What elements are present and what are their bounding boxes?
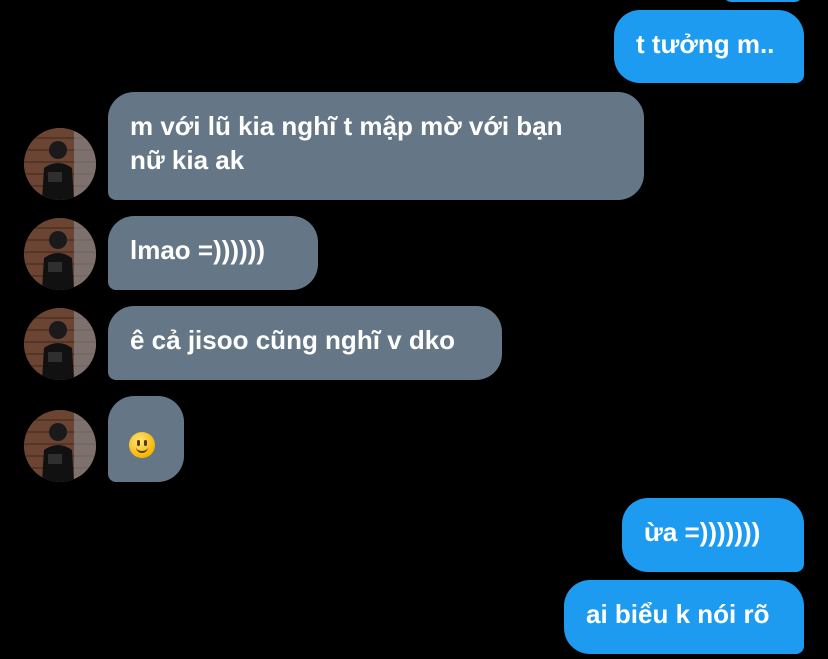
- previous-message-bubble-partial: [722, 0, 804, 2]
- message-text: ừa =))))))): [644, 517, 761, 547]
- avatar[interactable]: [24, 218, 96, 290]
- avatar-photo: [24, 218, 96, 290]
- avatar-photo: [24, 128, 96, 200]
- message-bubble-sent[interactable]: ừa =))))))): [622, 498, 804, 572]
- message-bubble-received[interactable]: lmao =)))))): [108, 216, 318, 290]
- avatar[interactable]: [24, 308, 96, 380]
- message-text: lmao =)))))): [130, 235, 266, 265]
- message-text-line-1: m với lũ kia nghĩ t mập mờ với bạn: [130, 111, 563, 141]
- message-text-line-2: nữ kia ak: [130, 145, 245, 175]
- message-bubble-sent[interactable]: ai biểu k nói rõ: [564, 580, 804, 654]
- message-text: ai biểu k nói rõ: [586, 599, 770, 629]
- slightly-smiling-face-icon: [129, 432, 155, 459]
- avatar[interactable]: [24, 410, 96, 482]
- avatar-photo: [24, 308, 96, 380]
- message-bubble-received[interactable]: ê cả jisoo cũng nghĩ v dko: [108, 306, 502, 380]
- avatar[interactable]: [24, 128, 96, 200]
- message-bubble-sent[interactable]: t tưởng m..: [614, 10, 804, 83]
- message-text: t tưởng m..: [636, 29, 775, 59]
- avatar-photo: [24, 410, 96, 482]
- message-bubble-received[interactable]: [108, 396, 184, 482]
- message-text: ê cả jisoo cũng nghĩ v dko: [130, 325, 456, 355]
- message-bubble-received[interactable]: m với lũ kia nghĩ t mập mờ với bạn nữ ki…: [108, 92, 644, 200]
